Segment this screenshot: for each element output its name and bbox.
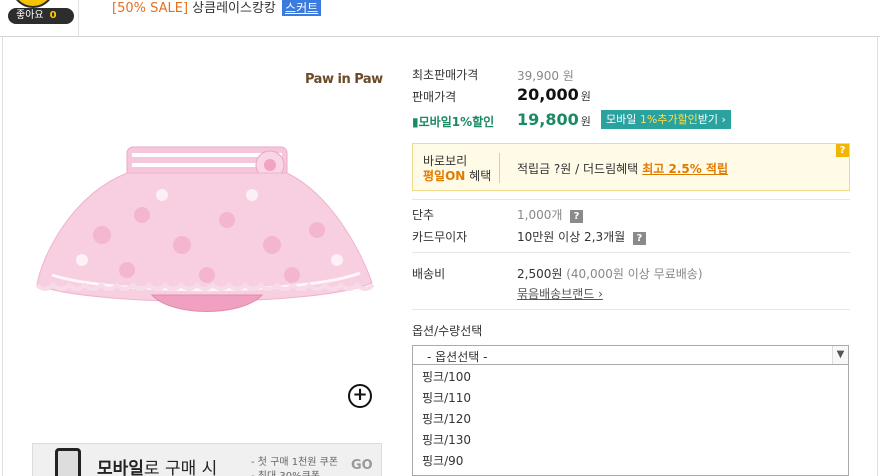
card-help-icon[interactable]: ? [632,232,646,245]
option-dropdown-list: 핑크/100 핑크/110 핑크/120 핑크/130 핑크/90 [412,365,849,476]
mobile-banner-sub2: - 최대 30%쿠폰 [251,467,320,476]
option-item[interactable]: 핑크/100 [422,368,471,385]
sale-price-label: 판매가격 [412,90,457,104]
promo-text-body: 적립금 ?원 / 더드림혜택 [517,162,639,176]
promo-separator [499,153,500,183]
promo-line2: 평일ON 혜택 [423,167,491,184]
promo-on-label: 평일ON [423,169,466,183]
top-bar: 좋아요 0 [50% SALE] 상큼레이스캉캉 스커트 [0,0,880,37]
divider [412,199,850,200]
sale-price-value: 20,000 [517,85,579,104]
sale-price-unit: 원 [580,90,591,103]
promo-text: 적립금 ?원 / 더드림혜택 최고 2.5% 적립 [517,160,728,177]
smartphone-icon [55,448,81,476]
like-pill: 좋아요 0 [8,8,74,24]
mobile-btn-pre: 모바일 [606,113,637,126]
shipping-label: 배송비 [412,267,446,281]
promo-max-reward-link[interactable]: 최고 2.5% 적립 [642,162,728,176]
option-select[interactable]: - 옵션선택 - ▼ [412,345,849,365]
mobile-extra-discount-button[interactable]: 모바일 1%추가할인받기 › [601,110,731,129]
card-value-row: 10만원 이상 2,3개월 ? [517,228,646,245]
option-item[interactable]: 핑크/110 [422,389,471,406]
mobile-banner-go-button[interactable]: GO [351,458,373,473]
divider [412,252,850,253]
shipping-value-row: 2,500원 (40,000원 이상 무료배송) [517,265,703,282]
step-value-row: 1,000개 ? [517,206,584,223]
mobile-price-unit: 원 [580,115,591,128]
bundle-shipping-brand-link[interactable]: 묶음배송브랜드 › [517,285,603,302]
mobile-banner-title-rest: 로 구매 시 [143,459,218,476]
mobile-purchase-banner[interactable]: 모바일로 구매 시 - 첫 구매 1천원 쿠폰 - 최대 30%쿠폰 GO [32,443,382,476]
title-category-link[interactable]: 스커트 [282,0,322,16]
like-coin-icon [11,0,55,8]
shipping-value: 2,500원 [517,267,563,281]
step-label: 단추 [412,208,435,222]
weekday-promo-box: 바로보리 평일ON 혜택 적립금 ?원 / 더드림혜택 최고 2.5% 적립 ? [412,143,850,191]
mobile-btn-highlight: 1%추가할인 [639,113,698,126]
card-label: 카드무이자 [412,230,468,244]
option-label: 옵션/수량선택 [412,324,483,338]
zoom-plus-icon[interactable]: + [348,384,372,408]
chevron-down-icon: ▼ [832,346,848,364]
mobile-banner-title: 모바일로 구매 시 [97,454,217,476]
like-count: 0 [49,10,57,21]
mobile-banner-sub1: - 첫 구매 1천원 쿠폰 [251,457,339,468]
mobile-price: 19,800 원 [517,110,591,129]
product-image [35,146,375,312]
shipping-note: (40,000원 이상 무료배송) [566,267,703,281]
step-value: 1,000개 [517,208,563,222]
option-item[interactable]: 핑크/130 [422,431,471,448]
step-help-icon[interactable]: ? [570,210,584,223]
mobile-phone-icon: ▮ [412,115,419,129]
like-badge[interactable]: 좋아요 0 [6,0,74,26]
product-title: [50% SALE] 상큼레이스캉캉 스커트 [112,0,322,18]
option-select-value: - 옵션선택 - [427,350,488,364]
card-value: 10만원 이상 2,3개월 [517,230,626,244]
like-label: 좋아요 [16,10,44,21]
top-divider [78,0,79,36]
option-item[interactable]: 핑크/90 [422,452,463,469]
title-sale: [50% SALE] [112,1,189,16]
divider [412,309,850,310]
brand-logo: Paw in Paw [305,72,383,87]
promo-line2-post: 혜택 [469,169,492,183]
mobile-price-value: 19,800 [517,110,579,129]
orig-price-value: 39,900 원 [517,69,574,83]
brand-logo-text: Paw in Paw [305,72,383,87]
mobile-banner-title-bold: 모바일 [97,459,144,476]
title-name: 상큼레이스캉캉 [192,1,276,16]
orig-price-label: 최초판매가격 [412,68,479,82]
mobile-btn-post: 받기 › [697,113,726,126]
mobile-discount-label-text: 모바일1%할인 [418,115,495,129]
mobile-discount-label: ▮모바일1%할인 [412,113,494,130]
sale-price: 20,000 원 [517,85,591,104]
promo-help-icon[interactable]: ? [836,144,849,157]
option-item[interactable]: 핑크/120 [422,410,471,427]
